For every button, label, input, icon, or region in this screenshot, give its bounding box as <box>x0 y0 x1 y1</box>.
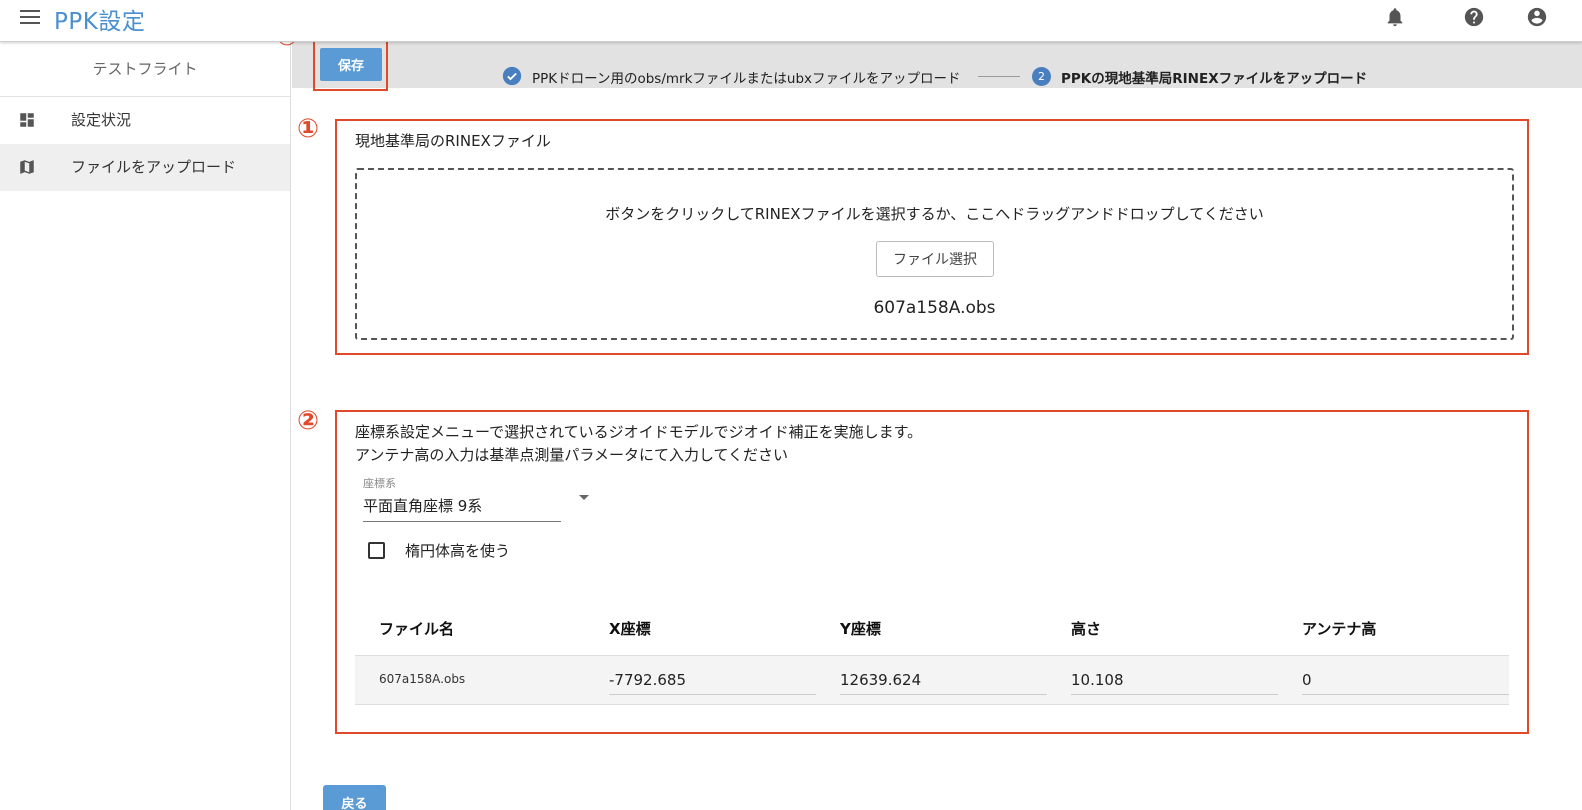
chevron-down-icon[interactable] <box>579 495 589 500</box>
top-bar: PPK設定 <box>0 0 1582 42</box>
dashboard-icon <box>20 113 34 127</box>
coordinate-system-label: 座標系 <box>363 477 396 490</box>
step-connector <box>978 76 1020 77</box>
height-input[interactable]: 10.108 <box>1071 668 1278 695</box>
sidebar-item-label: 設定状況 <box>71 111 132 129</box>
back-button[interactable]: 戻る <box>323 785 386 810</box>
ellipsoid-height-checkbox[interactable] <box>368 542 385 559</box>
table-header: ファイル名 X座標 Y座標 高さ アンテナ高 <box>355 604 1509 656</box>
ellipsoid-height-label: 楕円体高を使う <box>405 542 511 560</box>
table-row: 607a158A.obs -7792.685 12639.624 10.108 … <box>355 656 1509 705</box>
upload-title: 現地基準局のRINEXファイル <box>355 132 551 150</box>
save-button[interactable]: 保存 <box>320 48 382 81</box>
sidebar-item-label: ファイルをアップロード <box>71 158 237 176</box>
account-icon[interactable] <box>1526 6 1548 28</box>
column-header-antenna: アンテナ高 <box>1302 620 1377 638</box>
sidebar-item-upload[interactable]: ファイルをアップロード <box>0 144 290 191</box>
map-icon <box>20 160 34 174</box>
sidebar-project-name: テストフライト <box>0 42 290 97</box>
geoid-description: 座標系設定メニューで選択されているジオイドモデルでジオイド補正を実施します。 <box>355 423 923 441</box>
annotation-marker-2: ② <box>297 406 320 436</box>
annotation-marker-1: ① <box>297 114 320 144</box>
y-coordinate-input[interactable]: 12639.624 <box>840 668 1047 695</box>
check-circle-icon <box>502 66 522 86</box>
file-select-button[interactable]: ファイル選択 <box>876 241 994 277</box>
step-1-label: PPKドローン用のobs/mrkファイルまたはubxファイルをアップロード <box>532 71 961 87</box>
antenna-height-input[interactable]: 0 <box>1302 668 1509 695</box>
column-header-y: Y座標 <box>840 620 881 638</box>
x-coordinate-input[interactable]: -7792.685 <box>609 668 816 695</box>
sidebar-item-status[interactable]: 設定状況 <box>0 97 290 144</box>
sidebar: テストフライト 設定状況 ファイルをアップロード <box>0 42 291 810</box>
coordinates-table: ファイル名 X座標 Y座標 高さ アンテナ高 607a158A.obs -779… <box>355 604 1509 705</box>
page-title: PPK設定 <box>54 9 146 35</box>
bell-icon[interactable] <box>1384 6 1406 28</box>
dropzone-instruction: ボタンをクリックしてRINEXファイルを選択するか、ここへドラッグアンドドロップ… <box>605 205 1264 223</box>
column-header-height: 高さ <box>1071 620 1102 638</box>
step-2-number: 2 <box>1032 67 1051 86</box>
column-header-filename: ファイル名 <box>379 620 455 638</box>
column-header-x: X座標 <box>609 620 651 638</box>
uploaded-filename: 607a158A.obs <box>873 298 996 318</box>
coordinate-system-select[interactable]: 平面直角座標 9系 <box>363 495 561 522</box>
row-filename: 607a158A.obs <box>379 672 466 686</box>
step-2-label: PPKの現地基準局RINEXファイルをアップロード <box>1061 71 1368 87</box>
antenna-description: アンテナ高の入力は基準点測量パラメータにて入力してください <box>355 446 789 464</box>
menu-icon[interactable] <box>20 10 40 24</box>
file-dropzone[interactable]: ボタンをクリックしてRINEXファイルを選択するか、ここへドラッグアンドドロップ… <box>355 168 1514 340</box>
help-icon[interactable] <box>1463 6 1485 28</box>
